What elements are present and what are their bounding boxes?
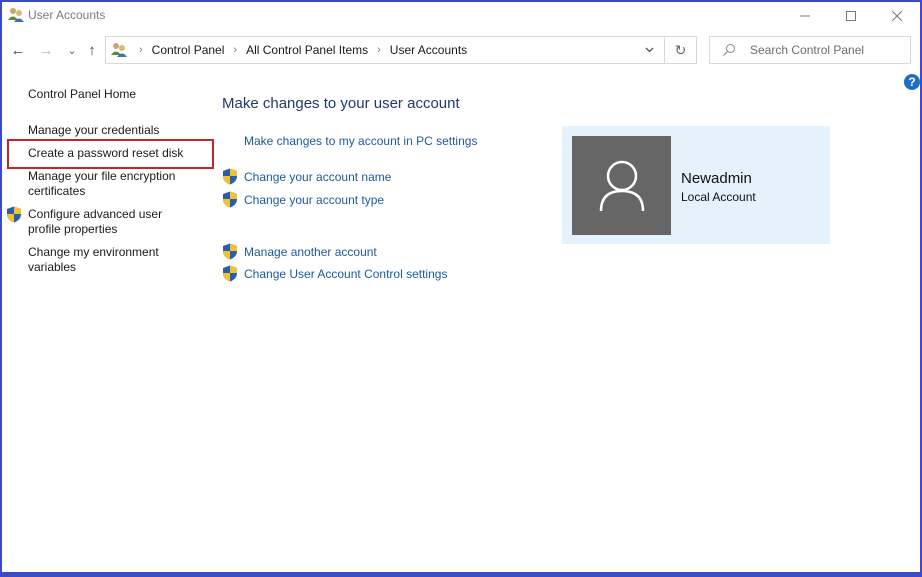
uac-shield-icon [223, 243, 237, 260]
close-button[interactable] [874, 2, 920, 30]
sidebar-item-label: Change my environment [28, 245, 159, 259]
breadcrumb-separator: › [139, 44, 143, 56]
back-button[interactable]: ← [8, 39, 28, 61]
chevron-down-icon: ⌄ [67, 44, 77, 57]
chevron-down-icon [645, 47, 653, 53]
refresh-button[interactable]: ↻ [665, 36, 697, 64]
user-accounts-icon [111, 43, 127, 57]
sidebar-item-label: variables [28, 260, 77, 274]
sidebar-item-create-password-reset-disk[interactable]: Create a password reset disk [28, 146, 183, 161]
user-accounts-window: User Accounts ← → ⌄ ↑ › Control Panel › … [2, 2, 920, 572]
account-type: Local Account [681, 190, 756, 204]
back-arrow-icon: ← [10, 41, 26, 59]
link-uac-settings[interactable]: Change User Account Control settings [244, 267, 447, 281]
sidebar-item-environment-variables[interactable]: Change my environment variables [28, 245, 159, 275]
help-button[interactable]: ? [904, 74, 920, 90]
sidebar-item-label: certificates [28, 184, 86, 198]
close-icon [892, 11, 902, 21]
sidebar-item-advanced-profile[interactable]: Configure advanced user profile properti… [28, 207, 162, 237]
sidebar-control-panel-home[interactable]: Control Panel Home [28, 87, 136, 102]
up-button[interactable]: ↑ [82, 39, 102, 61]
breadcrumb-separator[interactable]: › [377, 44, 381, 56]
up-arrow-icon: ↑ [88, 41, 96, 59]
page-title: Make changes to your user account [222, 95, 460, 112]
minimize-button[interactable] [782, 2, 828, 30]
account-name: Newadmin [681, 170, 752, 187]
sidebar-item-label: Manage your file encryption [28, 169, 176, 183]
address-bar[interactable]: › Control Panel › All Control Panel Item… [105, 36, 665, 64]
account-card: Newadmin Local Account [562, 126, 830, 244]
search-box[interactable]: Search Control Panel [709, 36, 911, 64]
link-change-account-type[interactable]: Change your account type [244, 193, 384, 207]
breadcrumb-user-accounts[interactable]: User Accounts [390, 43, 467, 57]
maximize-button[interactable] [828, 2, 874, 30]
sidebar-item-manage-credentials[interactable]: Manage your credentials [28, 123, 159, 138]
minimize-icon [800, 15, 810, 17]
breadcrumb: › Control Panel › All Control Panel Item… [130, 37, 467, 63]
maximize-icon [846, 11, 856, 21]
uac-shield-icon [223, 265, 237, 282]
window-title: User Accounts [28, 8, 106, 22]
avatar [572, 136, 671, 235]
user-silhouette-icon [599, 160, 644, 211]
refresh-icon: ↻ [674, 41, 687, 58]
breadcrumb-control-panel[interactable]: Control Panel [152, 43, 225, 57]
sidebar-item-file-encryption[interactable]: Manage your file encryption certificates [28, 169, 175, 199]
link-pc-settings[interactable]: Make changes to my account in PC setting… [244, 134, 477, 148]
breadcrumb-all-items[interactable]: All Control Panel Items [246, 43, 368, 57]
link-change-account-name[interactable]: Change your account name [244, 170, 391, 184]
recent-locations-button[interactable]: ⌄ [62, 39, 82, 61]
address-dropdown-button[interactable] [634, 37, 664, 63]
uac-shield-icon [223, 191, 237, 208]
forward-button[interactable]: → [36, 39, 56, 61]
title-bar: User Accounts [2, 2, 920, 30]
search-icon [723, 44, 735, 56]
search-input[interactable]: Search Control Panel [750, 43, 864, 57]
sidebar-item-label: profile properties [28, 222, 118, 236]
uac-shield-icon [7, 206, 21, 223]
uac-shield-icon [223, 168, 237, 185]
sidebar-item-label: Configure advanced user [28, 207, 163, 221]
user-accounts-icon [8, 8, 24, 22]
link-manage-another-account[interactable]: Manage another account [244, 245, 377, 259]
help-icon: ? [908, 75, 916, 89]
breadcrumb-separator[interactable]: › [233, 44, 237, 56]
forward-arrow-icon: → [38, 41, 54, 59]
